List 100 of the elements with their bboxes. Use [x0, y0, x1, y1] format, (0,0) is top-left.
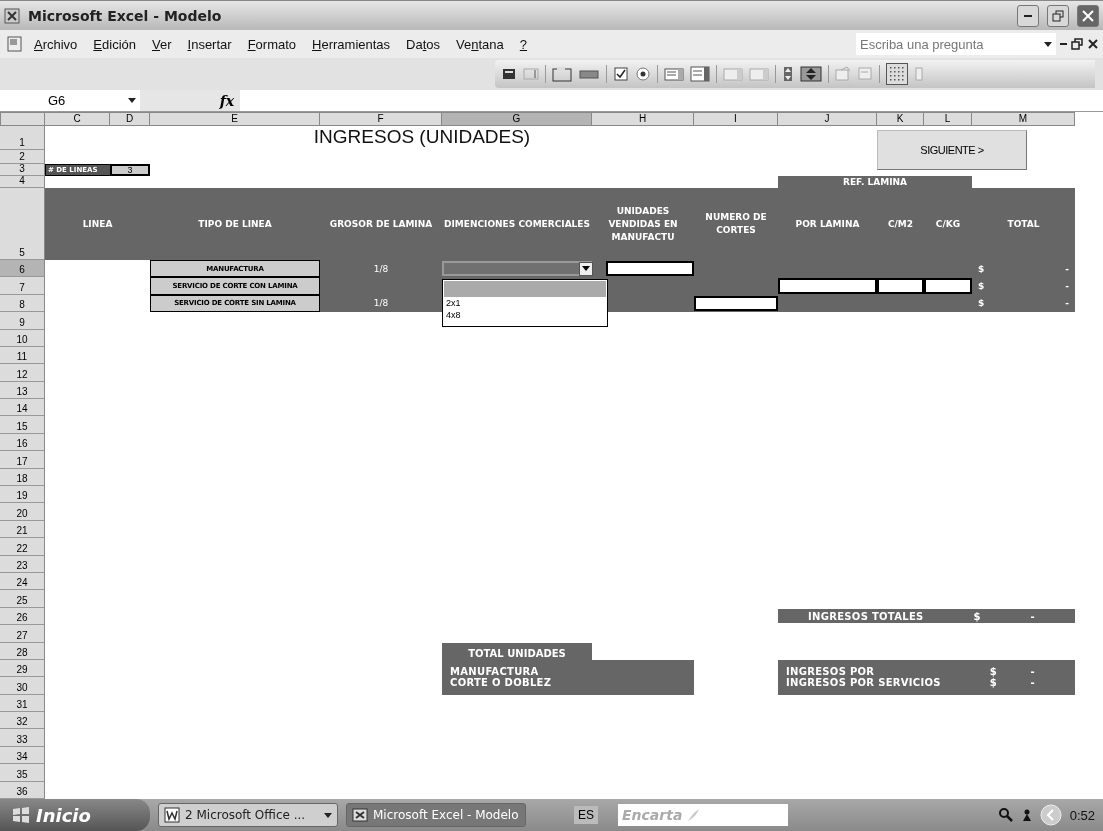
column-header[interactable]: K	[877, 112, 924, 126]
select-all-corner[interactable]	[0, 112, 45, 126]
minimize-button[interactable]	[1017, 4, 1039, 27]
menu-item[interactable]: Archivo	[28, 34, 84, 54]
column-header[interactable]: H	[592, 112, 694, 126]
row-header[interactable]: 20	[0, 503, 45, 521]
row-header[interactable]: 25	[0, 590, 45, 608]
income-label: INGRESOS POR	[786, 666, 876, 678]
restore-button[interactable]	[1047, 4, 1069, 27]
label-icon[interactable]	[501, 66, 517, 82]
document-icon	[164, 807, 180, 823]
row-header[interactable]: 14	[0, 399, 45, 417]
dimension-combo-box[interactable]	[442, 261, 592, 277]
next-button[interactable]: SIGUIENTE >	[877, 130, 1027, 170]
language-indicator[interactable]: ES	[574, 806, 598, 824]
column-header[interactable]: E	[150, 112, 320, 126]
row-header[interactable]: 3	[0, 164, 45, 176]
menu-item[interactable]: Edición	[87, 34, 142, 54]
dropdown-list[interactable]: 2x1 4x8	[442, 279, 608, 328]
income-label: INGRESOS POR SERVICIOS	[786, 677, 942, 689]
start-button[interactable]: Inicio	[0, 799, 150, 831]
menu-item[interactable]: Herramientas	[306, 34, 397, 54]
column-header[interactable]: M	[972, 112, 1075, 126]
price-input-field[interactable]	[877, 278, 924, 294]
column-heading: DIMENCIONES COMERCIALES	[443, 217, 591, 231]
caret-icon	[324, 812, 332, 818]
row-header[interactable]: 7	[0, 277, 45, 295]
radio-button-icon[interactable]	[635, 66, 651, 82]
column-header[interactable]: J	[778, 112, 877, 126]
group-box-icon[interactable]	[552, 66, 572, 82]
price-input-field[interactable]	[778, 278, 877, 294]
menu-item[interactable]: Datos	[400, 34, 447, 54]
dropdown-option[interactable]: 4x8	[444, 309, 606, 322]
row-header[interactable]: 35	[0, 764, 45, 782]
taskbar-button[interactable]: Microsoft Excel - Modelo	[346, 803, 526, 827]
row-header[interactable]: 12	[0, 364, 45, 382]
menu-item[interactable]: ?	[513, 34, 534, 54]
thickness-cell-text: 1/8	[372, 262, 390, 276]
column-heading: C/KG	[934, 217, 962, 231]
scroll-bar-icon[interactable]	[782, 66, 794, 82]
column-header[interactable]: C	[45, 112, 110, 126]
name-box[interactable]: G6	[0, 90, 140, 111]
row-header[interactable]: 33	[0, 729, 45, 747]
person-icon[interactable]	[1021, 809, 1032, 821]
taskbar-button[interactable]: 2 Microsoft Office ...	[158, 803, 338, 827]
row-header[interactable]: 32	[0, 712, 45, 730]
total-units-label: MANUFACTURA	[450, 666, 540, 678]
column-heading: TOTAL	[1006, 217, 1041, 231]
column-header[interactable]: I	[694, 112, 778, 126]
search-icon[interactable]	[997, 807, 1014, 823]
column-heading: LINEA	[81, 217, 114, 231]
currency-sign: $	[989, 677, 997, 689]
income-value: -	[1030, 666, 1035, 678]
column-heading: POR LAMINA	[794, 217, 861, 231]
combo-box-icon[interactable]	[690, 66, 710, 82]
row-header[interactable]: 6	[0, 260, 45, 278]
row-header[interactable]: 19	[0, 486, 45, 504]
group-header: REF. LAMINA	[778, 176, 972, 188]
minimize-icon	[1024, 14, 1032, 17]
column-header[interactable]: F	[320, 112, 442, 126]
row-header[interactable]: 4	[0, 176, 45, 188]
spinner-icon[interactable]	[800, 66, 822, 82]
menu-item[interactable]: Ventana	[450, 34, 510, 54]
window-title: Microsoft Excel - Modelo	[28, 7, 223, 24]
list-box-icon[interactable]	[664, 66, 684, 82]
row-header[interactable]: 27	[0, 625, 45, 643]
row-header[interactable]: 15	[0, 416, 45, 434]
row-header[interactable]: 1	[0, 126, 45, 150]
excel-app-icon	[4, 7, 20, 24]
close-button[interactable]	[1077, 4, 1099, 27]
formula-input-field[interactable]	[240, 90, 1103, 111]
column-header[interactable]: G	[442, 112, 592, 126]
function-label: fx	[218, 92, 235, 109]
thickness-cell-text: 1/8	[372, 297, 390, 311]
column-heading: NUMERO DE CORTES	[704, 211, 768, 237]
close-icon[interactable]	[1087, 38, 1099, 50]
row-header[interactable]: 5	[0, 188, 45, 260]
caret-icon	[582, 266, 590, 272]
restore-icon[interactable]	[1071, 38, 1083, 50]
column-header[interactable]: D	[110, 112, 150, 126]
menu-item[interactable]: Ver	[146, 34, 178, 54]
menu-item[interactable]: Formato	[241, 34, 303, 54]
caret-icon	[1044, 41, 1052, 47]
column-header[interactable]: L	[924, 112, 972, 126]
grid-icon[interactable]	[886, 63, 908, 85]
row-header[interactable]: 30	[0, 677, 45, 695]
total-value: -	[1065, 263, 1069, 274]
menu-item[interactable]: Insertar	[181, 34, 238, 54]
row-header[interactable]: 22	[0, 538, 45, 556]
row-header[interactable]: 2	[0, 150, 45, 164]
income-value: -	[1030, 677, 1035, 689]
row-header[interactable]: 9	[0, 312, 45, 330]
checkbox-icon[interactable]	[613, 66, 629, 82]
price-input-field[interactable]	[924, 278, 972, 294]
units-input-field[interactable]	[606, 261, 694, 277]
row-header[interactable]: 17	[0, 451, 45, 469]
restore-icon	[1052, 9, 1064, 22]
sheet-title: INGRESOS (UNIDADES)	[312, 126, 532, 149]
dropdown-option[interactable]: 2x1	[444, 297, 606, 310]
help-search-field[interactable]: Escriba una pregunta	[856, 33, 1056, 55]
